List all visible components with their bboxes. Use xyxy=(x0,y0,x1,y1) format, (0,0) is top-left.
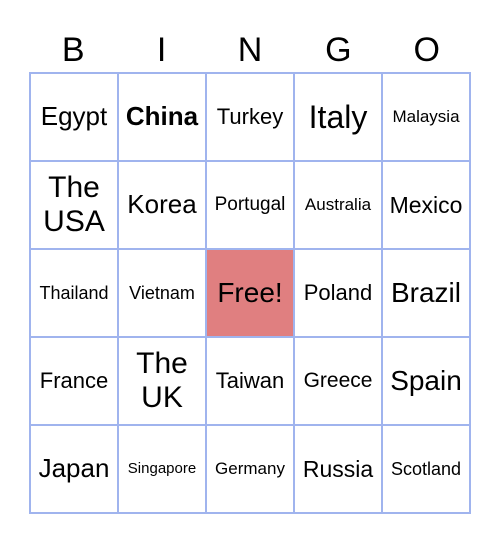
bingo-cell[interactable]: Thailand xyxy=(30,249,118,337)
free-cell[interactable]: Free! xyxy=(206,249,294,337)
bingo-cell[interactable]: Spain xyxy=(382,337,470,425)
header-letter-o: O xyxy=(413,31,440,69)
bingo-header: B I N G O xyxy=(29,28,471,72)
bingo-cell[interactable]: Brazil xyxy=(382,249,470,337)
header-letter-g: G xyxy=(325,31,352,69)
bingo-cell[interactable]: Portugal xyxy=(206,161,294,249)
bingo-cell[interactable]: China xyxy=(118,73,206,161)
bingo-grid: Egypt China Turkey Italy Malaysia The USA Kore… xyxy=(29,72,471,514)
bingo-cell[interactable]: Mexico xyxy=(382,161,470,249)
bingo-cell[interactable]: Egypt xyxy=(30,73,118,161)
header-letter-b: B xyxy=(61,31,85,69)
bingo-cell[interactable]: Korea xyxy=(118,161,206,249)
header-letter-i: I xyxy=(156,31,167,69)
bingo-cell[interactable]: Poland xyxy=(294,249,382,337)
bingo-cell[interactable]: Greece xyxy=(294,337,382,425)
bingo-cell[interactable]: Singapore xyxy=(118,425,206,513)
bingo-cell[interactable]: Taiwan xyxy=(206,337,294,425)
header-letter-n: N xyxy=(237,31,263,69)
bingo-cell[interactable]: Russia xyxy=(294,425,382,513)
bingo-cell[interactable]: Germany xyxy=(206,425,294,513)
bingo-cell[interactable]: Malaysia xyxy=(382,73,470,161)
bingo-cell[interactable]: Scotland xyxy=(382,425,470,513)
bingo-cell[interactable]: Japan xyxy=(30,425,118,513)
bingo-cell[interactable]: France xyxy=(30,337,118,425)
bingo-cell[interactable]: The UK xyxy=(118,337,206,425)
bingo-cell[interactable]: Italy xyxy=(294,73,382,161)
bingo-cell[interactable]: Australia xyxy=(294,161,382,249)
bingo-cell[interactable]: Turkey xyxy=(206,73,294,161)
bingo-cell[interactable]: Vietnam xyxy=(118,249,206,337)
bingo-cell[interactable]: The USA xyxy=(30,161,118,249)
